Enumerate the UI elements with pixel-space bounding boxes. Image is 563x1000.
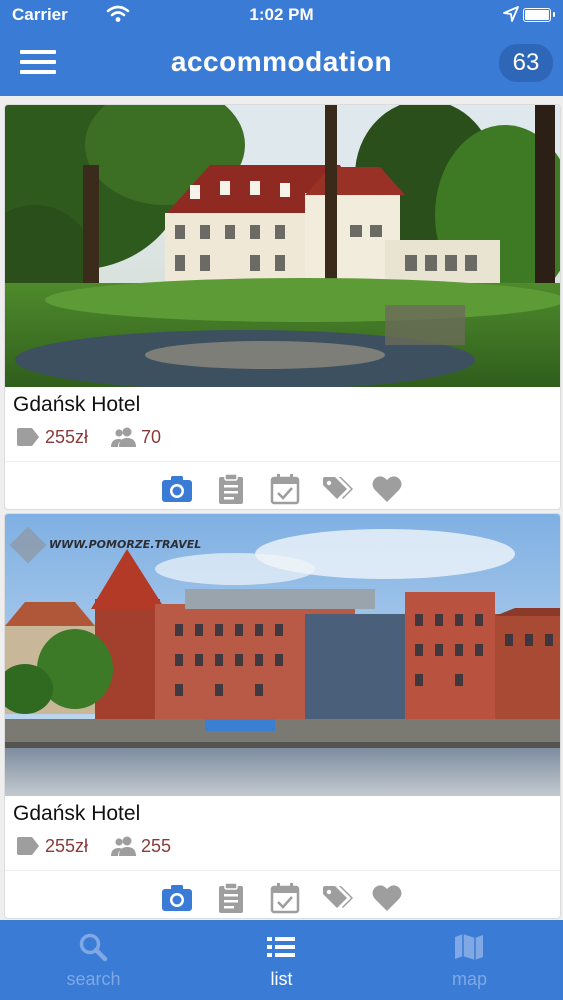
hotel-photo[interactable]: [5, 105, 560, 387]
status-time: 1:02 PM: [249, 5, 314, 24]
hotel-name: Gdańsk Hotel: [13, 802, 141, 825]
tab-list-label: list: [270, 969, 293, 989]
location-arrow-icon: [503, 6, 519, 22]
battery-icon: [523, 8, 551, 22]
accommodation-list[interactable]: Gdańsk Hotel 255zł 70 WWW.POMORZE.TRAVEL…: [0, 96, 563, 920]
camera-icon[interactable]: [161, 882, 193, 914]
page-title: accommodation: [170, 46, 393, 77]
top-bar: Carrier 1:02 PM accommodation 63: [0, 0, 563, 96]
hotel-name: Gdańsk Hotel: [13, 393, 141, 416]
tags-icon[interactable]: [321, 882, 353, 914]
list-icon: [267, 937, 295, 957]
card-divider: [5, 870, 560, 871]
tab-search-label: search: [66, 969, 121, 989]
accommodation-card[interactable]: WWW.POMORZE.TRAVEL Gdańsk Hotel 255zł 25…: [4, 513, 561, 919]
battery-tip: [553, 12, 555, 17]
people-icon: [111, 427, 136, 447]
clipboard-icon[interactable]: [215, 882, 247, 914]
calendar-check-icon[interactable]: [269, 882, 301, 914]
camera-icon[interactable]: [161, 473, 193, 505]
bottom-tab-bar: search list map: [0, 920, 563, 1000]
map-icon: [455, 934, 483, 960]
watermark-text: WWW.POMORZE.TRAVEL: [49, 538, 201, 551]
price-tag-icon: [17, 837, 39, 855]
search-icon: [79, 933, 108, 962]
tags-icon[interactable]: [321, 473, 353, 505]
result-count-badge: 63: [499, 44, 553, 82]
people-icon: [111, 836, 136, 856]
hotel-price: 255zł: [45, 836, 89, 856]
heart-icon[interactable]: [371, 473, 403, 505]
accommodation-card[interactable]: Gdańsk Hotel 255zł 70: [4, 104, 561, 510]
card-divider: [5, 461, 560, 462]
price-tag-icon: [17, 428, 39, 446]
hotel-capacity: 70: [141, 427, 162, 447]
tab-list[interactable]: list: [188, 920, 375, 1000]
calendar-check-icon[interactable]: [269, 473, 301, 505]
hotel-price: 255zł: [45, 427, 89, 447]
hotel-capacity: 255: [141, 836, 172, 856]
tab-map[interactable]: map: [376, 920, 563, 1000]
card-actions: [5, 878, 560, 918]
heart-icon[interactable]: [371, 882, 403, 914]
tab-search[interactable]: search: [0, 920, 187, 1000]
card-actions: [5, 469, 560, 509]
tab-map-label: map: [451, 969, 487, 989]
hotel-photo[interactable]: WWW.POMORZE.TRAVEL: [5, 514, 560, 796]
clipboard-icon[interactable]: [215, 473, 247, 505]
status-bar: Carrier 1:02 PM: [0, 0, 563, 30]
